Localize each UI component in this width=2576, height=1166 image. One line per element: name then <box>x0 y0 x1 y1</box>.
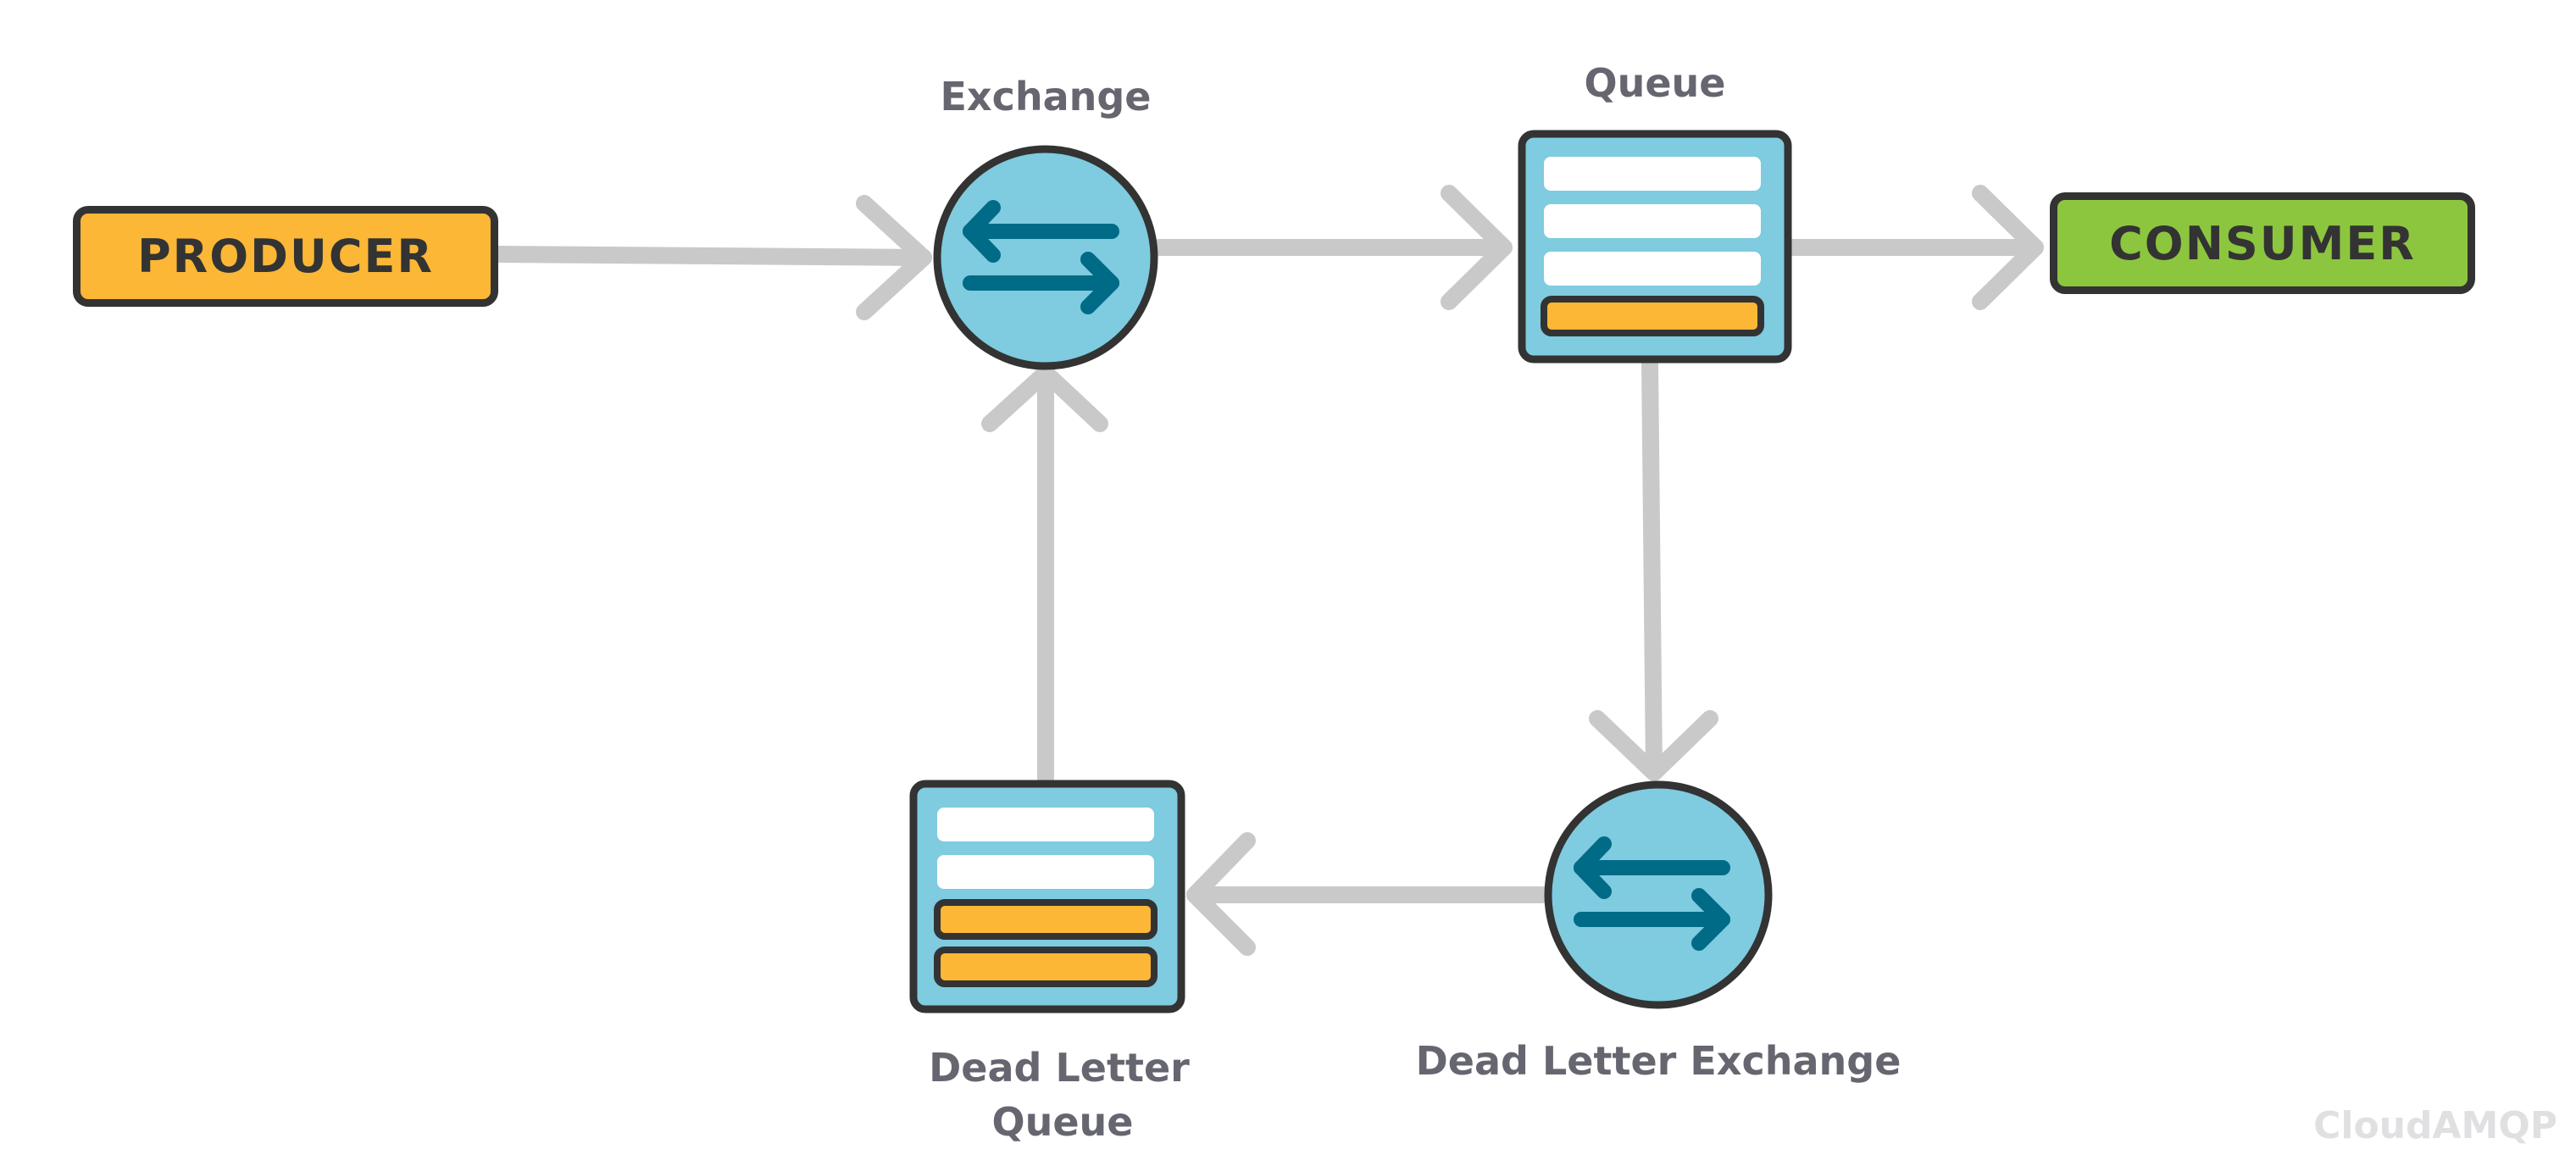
producer-node[interactable]: PRODUCER <box>73 206 498 307</box>
edge-producer-exchange <box>490 195 932 320</box>
queue-message <box>1544 252 1761 286</box>
edge-dlx-dlq <box>1186 832 1551 956</box>
dlq-message-dead <box>934 947 1158 987</box>
consumer-label: CONSUMER <box>2109 216 2416 270</box>
dlq-message <box>937 855 1154 889</box>
queue-label: Queue <box>1584 60 1726 106</box>
edge-dlq-exchange <box>981 364 1108 786</box>
edge-queue-consumer <box>1781 185 2044 310</box>
producer-label: PRODUCER <box>137 230 434 283</box>
dead-letter-queue-label-line2: Queue <box>991 1099 1134 1145</box>
queue-node[interactable] <box>1518 130 1792 364</box>
edges <box>490 185 2044 956</box>
dead-letter-queue-node[interactable] <box>909 780 1185 1013</box>
exchange-label: Exchange <box>940 74 1152 119</box>
queue-message <box>1544 204 1761 238</box>
cloudamqp-watermark: CloudAMQP <box>2313 1104 2557 1147</box>
dead-letter-exchange-node[interactable] <box>1544 780 1773 1009</box>
edge-queue-dlx <box>1589 354 1718 781</box>
edge-exchange-queue <box>1151 185 1513 310</box>
queue-message <box>1544 157 1761 191</box>
exchange-node[interactable] <box>933 145 1158 370</box>
dead-letter-exchange-label: Dead Letter Exchange <box>1415 1038 1901 1084</box>
diagram-canvas <box>490 130 2044 1013</box>
consumer-node[interactable]: CONSUMER <box>2050 192 2475 294</box>
dlq-message <box>937 808 1154 841</box>
dlq-message-dead <box>934 899 1158 940</box>
dead-letter-queue-label-line1: Dead Letter <box>929 1045 1190 1091</box>
queue-message-dead <box>1541 296 1764 336</box>
